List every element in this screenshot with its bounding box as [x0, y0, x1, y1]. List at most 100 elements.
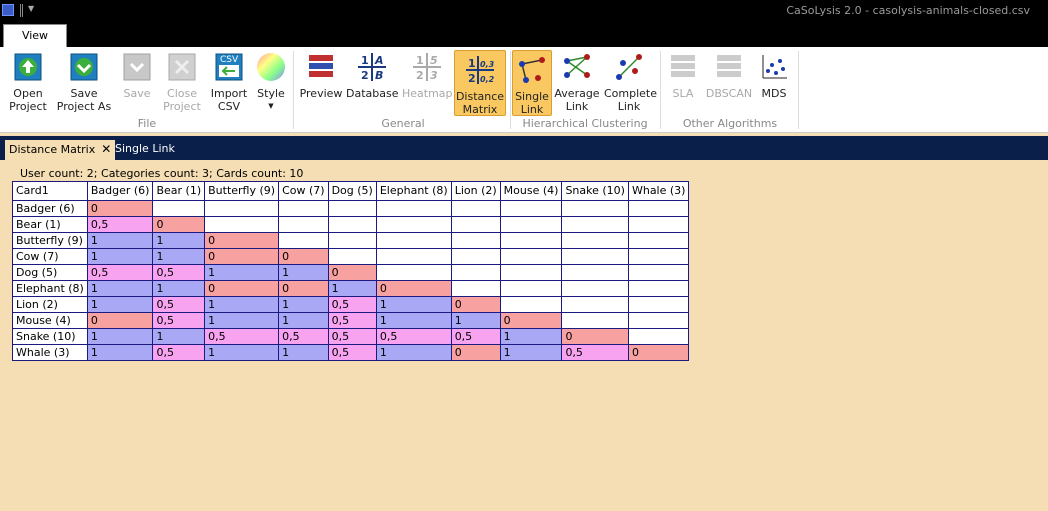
matrix-cell-empty[interactable]: [499, 248, 563, 265]
matrix-cell[interactable]: 0: [450, 296, 501, 313]
qat-dropdown-icon[interactable]: ▼: [28, 4, 34, 13]
table-row[interactable]: Badger (6) 0: [12, 200, 690, 217]
matrix-cell[interactable]: 1: [204, 296, 280, 313]
matrix-cell-empty[interactable]: [627, 280, 690, 297]
table-row[interactable]: Lion (2) 1 0,5 1 1 0,5 1 0: [12, 296, 690, 313]
distance-matrix-button[interactable]: 1 0,3 2 0,2 Distance Matrix: [454, 50, 506, 116]
matrix-cell[interactable]: 0: [204, 248, 280, 265]
matrix-cell-empty[interactable]: [561, 248, 629, 265]
matrix-cell[interactable]: 0: [561, 328, 629, 345]
mds-button[interactable]: MDS: [756, 51, 792, 100]
matrix-cell[interactable]: 0: [627, 344, 690, 361]
column-header[interactable]: Dog (5): [327, 181, 377, 201]
tab-view[interactable]: View: [3, 24, 67, 48]
matrix-cell[interactable]: 1: [450, 312, 501, 329]
table-row[interactable]: Cow (7) 1 1 0 0: [12, 248, 690, 265]
matrix-cell[interactable]: 1: [278, 296, 329, 313]
matrix-cell-empty[interactable]: [327, 248, 377, 265]
column-header[interactable]: Butterfly (9): [204, 181, 280, 201]
matrix-cell-empty[interactable]: [627, 312, 690, 329]
matrix-cell[interactable]: 1: [278, 312, 329, 329]
table-row[interactable]: Mouse (4) 0 0,5 1 1 0,5 1 1 0: [12, 312, 690, 329]
matrix-cell[interactable]: 0,5: [561, 344, 629, 361]
matrix-cell[interactable]: 1: [278, 344, 329, 361]
matrix-cell[interactable]: 0,5: [327, 312, 377, 329]
row-header[interactable]: Mouse (4): [12, 312, 88, 329]
matrix-cell[interactable]: 0,5: [86, 216, 154, 233]
matrix-cell-empty[interactable]: [278, 200, 329, 217]
table-row[interactable]: Elephant (8) 1 1 0 0 1 0: [12, 280, 690, 297]
complete-link-button[interactable]: Complete Link: [604, 51, 657, 113]
row-header[interactable]: Cow (7): [12, 248, 88, 265]
matrix-cell-empty[interactable]: [204, 216, 280, 233]
matrix-cell[interactable]: 0: [327, 264, 377, 281]
matrix-cell[interactable]: 1: [86, 280, 154, 297]
matrix-cell-empty[interactable]: [627, 248, 690, 265]
matrix-cell[interactable]: 1: [204, 312, 280, 329]
column-header[interactable]: Snake (10): [561, 181, 629, 201]
matrix-cell[interactable]: 0,5: [278, 328, 329, 345]
matrix-cell[interactable]: 0,5: [152, 312, 206, 329]
matrix-cell-empty[interactable]: [375, 264, 452, 281]
matrix-cell-empty[interactable]: [499, 232, 563, 249]
column-header[interactable]: Whale (3): [627, 181, 690, 201]
matrix-cell[interactable]: 0: [499, 312, 563, 329]
matrix-cell[interactable]: 1: [152, 280, 206, 297]
matrix-cell[interactable]: 0: [375, 280, 452, 297]
matrix-cell-empty[interactable]: [627, 328, 690, 345]
column-header[interactable]: Elephant (8): [375, 181, 452, 201]
matrix-cell[interactable]: 0: [204, 280, 280, 297]
tab-single-link[interactable]: Single Link: [111, 140, 179, 160]
matrix-cell-empty[interactable]: [561, 264, 629, 281]
matrix-cell[interactable]: 0: [278, 248, 329, 265]
row-header[interactable]: Badger (6): [12, 200, 88, 217]
close-project-button[interactable]: Close Project: [160, 51, 204, 113]
matrix-corner-header[interactable]: Card1: [12, 181, 88, 201]
row-header[interactable]: Butterfly (9): [12, 232, 88, 249]
column-header[interactable]: Badger (6): [86, 181, 154, 201]
matrix-cell[interactable]: 1: [375, 344, 452, 361]
matrix-cell-empty[interactable]: [204, 200, 280, 217]
matrix-cell-empty[interactable]: [499, 264, 563, 281]
matrix-cell-empty[interactable]: [561, 280, 629, 297]
row-header[interactable]: Bear (1): [12, 216, 88, 233]
matrix-cell[interactable]: 0: [278, 280, 329, 297]
matrix-cell[interactable]: 0,5: [327, 328, 377, 345]
table-row[interactable]: Snake (10) 1 1 0,5 0,5 0,5 0,5 0,5 1 0: [12, 328, 690, 345]
save-project-as-button[interactable]: Save Project As: [56, 51, 112, 113]
column-header[interactable]: Bear (1): [152, 181, 206, 201]
matrix-cell-empty[interactable]: [561, 216, 629, 233]
table-row[interactable]: Dog (5) 0,5 0,5 1 1 0: [12, 264, 690, 281]
matrix-cell[interactable]: 1: [152, 328, 206, 345]
matrix-cell-empty[interactable]: [152, 200, 206, 217]
matrix-cell[interactable]: 1: [152, 248, 206, 265]
close-icon[interactable]: ✕: [101, 140, 111, 158]
matrix-cell-empty[interactable]: [278, 216, 329, 233]
matrix-cell[interactable]: 1: [152, 232, 206, 249]
matrix-cell-empty[interactable]: [450, 280, 501, 297]
column-header[interactable]: Mouse (4): [499, 181, 563, 201]
matrix-cell[interactable]: 0: [450, 344, 501, 361]
matrix-cell[interactable]: 0: [152, 216, 206, 233]
table-row[interactable]: Whale (3) 1 0,5 1 1 0,5 1 0 1 0,5 0: [12, 344, 690, 361]
matrix-cell[interactable]: 1: [204, 264, 280, 281]
matrix-cell-empty[interactable]: [450, 264, 501, 281]
matrix-cell-empty[interactable]: [499, 280, 563, 297]
matrix-cell[interactable]: 1: [86, 248, 154, 265]
average-link-button[interactable]: Average Link: [554, 51, 600, 113]
matrix-cell[interactable]: 0,5: [152, 264, 206, 281]
matrix-cell[interactable]: 1: [86, 328, 154, 345]
matrix-cell-empty[interactable]: [327, 232, 377, 249]
column-header[interactable]: Lion (2): [450, 181, 501, 201]
matrix-cell-empty[interactable]: [627, 232, 690, 249]
matrix-cell-empty[interactable]: [627, 264, 690, 281]
heatmap-button[interactable]: 1523 Heatmap: [402, 51, 453, 100]
open-project-button[interactable]: Open Project: [6, 51, 50, 113]
matrix-cell-empty[interactable]: [450, 216, 501, 233]
matrix-cell[interactable]: 1: [204, 344, 280, 361]
matrix-cell[interactable]: 0,5: [450, 328, 501, 345]
matrix-cell-empty[interactable]: [327, 216, 377, 233]
matrix-cell[interactable]: 1: [499, 328, 563, 345]
distance-matrix-grid[interactable]: Card1 Badger (6) Bear (1) Butterfly (9) Cow …: [12, 181, 690, 361]
row-header[interactable]: Lion (2): [12, 296, 88, 313]
